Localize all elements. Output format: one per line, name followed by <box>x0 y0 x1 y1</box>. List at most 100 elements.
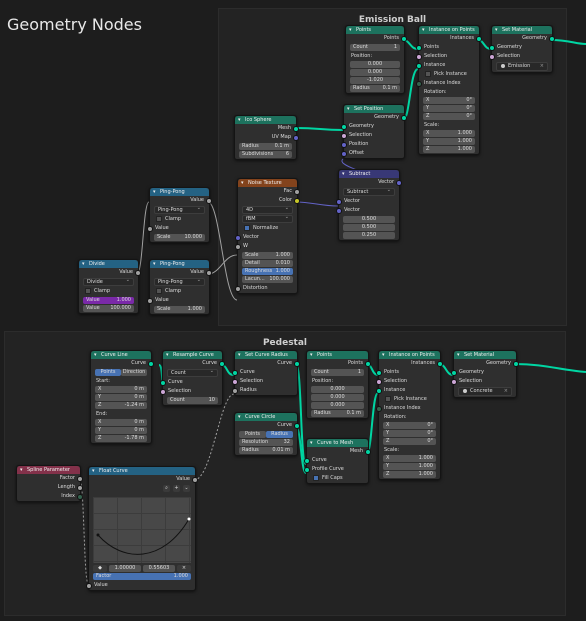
node-header[interactable]: Spline Parameter <box>17 466 80 474</box>
dimensions-dropdown[interactable]: 4D <box>242 206 293 214</box>
geometry-socket-icon[interactable] <box>365 361 371 367</box>
node-ico-sphere[interactable]: Ico Sphere Mesh UV Map Radius 0.1 m Subdi… <box>234 115 299 160</box>
scale-z-field[interactable]: Z 1.000 <box>423 146 475 153</box>
operation-dropdown[interactable]: Subtract <box>343 188 395 196</box>
node-set-material[interactable]: Set Material Geometry Geometry Selection… <box>451 350 519 398</box>
node-header[interactable]: Ico Sphere <box>235 116 296 124</box>
geometry-socket-icon[interactable] <box>160 380 166 386</box>
close-icon[interactable]: × <box>540 63 544 70</box>
color-socket-icon[interactable] <box>294 198 300 204</box>
float-socket-icon[interactable] <box>147 298 153 304</box>
geometry-socket-icon[interactable] <box>401 36 407 42</box>
output-socket-factor[interactable]: Factor <box>17 474 83 483</box>
scale-z-field[interactable]: Z 1.000 <box>383 471 436 478</box>
node-header[interactable]: Set Curve Radius <box>235 351 297 359</box>
node-header[interactable]: Set Material <box>454 351 516 359</box>
value-a-field[interactable]: Value 1.000 <box>83 297 134 304</box>
delete-point-icon[interactable]: × <box>177 565 191 572</box>
scale-x-field[interactable]: X 1.000 <box>383 455 436 462</box>
input-socket-curve[interactable]: Curve <box>232 368 297 377</box>
node-float-curve[interactable]: Float Curve Value ⌕ + ⌄ ◆ 1.00000 0.5560… <box>86 466 198 591</box>
radius-field[interactable]: Radius 0.01 m <box>239 447 293 454</box>
rotation-y-field[interactable]: Y 0° <box>383 430 436 437</box>
vector-socket-icon[interactable] <box>341 142 347 148</box>
float-socket-icon[interactable] <box>147 226 153 232</box>
operation-dropdown[interactable]: Ping-Pong <box>154 206 205 214</box>
node-set-position[interactable]: Set Position Geometry Geometry Selection… <box>341 104 407 159</box>
vector-y-field[interactable]: 0.500 <box>343 224 395 231</box>
checkbox-icon[interactable] <box>385 395 391 402</box>
position-z-field[interactable]: 0.000 <box>311 402 364 409</box>
vector-socket-icon[interactable] <box>396 180 402 186</box>
input-socket-position[interactable]: Position <box>341 140 404 149</box>
float-socket-icon[interactable] <box>77 485 83 491</box>
vector-x-field[interactable]: 0.500 <box>343 216 395 223</box>
value-b-field[interactable]: Value 100.000 <box>83 305 134 312</box>
node-header[interactable]: Subtract <box>339 170 399 178</box>
scale-y-field[interactable]: Y 1.000 <box>423 138 475 145</box>
geometry-socket-icon[interactable] <box>365 449 371 455</box>
node-header[interactable]: Curve to Mesh <box>307 439 368 447</box>
output-socket-geometry[interactable]: Geometry <box>454 359 519 368</box>
float-socket-icon[interactable] <box>232 388 238 394</box>
detail-field[interactable]: Detail 0.010 <box>242 260 293 267</box>
geometry-socket-icon[interactable] <box>294 361 300 367</box>
float-socket-icon[interactable] <box>135 270 141 276</box>
input-socket-vector[interactable]: Vector <box>235 233 297 242</box>
input-socket-selection[interactable]: Selection <box>341 131 404 140</box>
output-socket-geometry[interactable]: Geometry <box>492 34 555 43</box>
mode-dropdown[interactable]: Count <box>167 369 218 377</box>
geometry-socket-icon[interactable] <box>549 36 555 42</box>
node-resample-curve[interactable]: Resample Curve Curve Count Curve Selecti… <box>160 350 225 406</box>
node-points[interactable]: Points Points Count 1 Position: 0.000 0.0… <box>345 25 407 94</box>
input-socket-instance-index[interactable]: Instance Index <box>416 79 479 88</box>
geometry-socket-icon[interactable] <box>513 361 519 367</box>
curve-mapping-widget[interactable] <box>93 497 191 563</box>
curve-point[interactable] <box>187 517 191 521</box>
geometry-socket-icon[interactable] <box>294 423 300 429</box>
input-socket-vector[interactable]: Vector <box>336 206 399 215</box>
vector-socket-icon[interactable] <box>336 199 342 205</box>
input-socket-selection[interactable]: Selection <box>376 377 440 386</box>
input-socket-points[interactable]: Points <box>376 368 440 377</box>
node-curve-to-mesh[interactable]: Curve to Mesh Mesh Curve Profile Curve F… <box>304 438 371 484</box>
input-socket-selection[interactable]: Selection <box>416 52 479 61</box>
start-y-field[interactable]: Y 0 m <box>95 394 147 401</box>
node-noise-texture[interactable]: Noise Texture Fac Color 4D fBM Normalize… <box>235 178 300 294</box>
node-header[interactable]: Curve Line <box>91 351 151 359</box>
float-socket-icon[interactable] <box>192 477 198 483</box>
zoom-icon[interactable]: ⌕ <box>163 485 170 492</box>
node-header[interactable]: Divide <box>79 260 138 268</box>
tab-points[interactable]: Points <box>239 431 266 438</box>
position-y-field[interactable]: 0.000 <box>350 69 400 76</box>
checkbox-icon[interactable] <box>85 287 91 294</box>
input-socket-selection[interactable]: Selection <box>232 377 297 386</box>
output-socket-color[interactable]: Color <box>238 196 300 205</box>
output-socket-curve[interactable]: Curve <box>163 359 225 368</box>
input-socket-selection[interactable]: Selection <box>489 52 552 61</box>
clamp-checkbox[interactable]: Clamp <box>79 287 138 296</box>
input-socket-value[interactable]: Value <box>86 581 195 590</box>
roughness-field[interactable]: Roughness 1.000 <box>242 268 293 275</box>
node-instance-on-points[interactable]: Instance on Points Instances Points Sele… <box>416 25 482 155</box>
input-socket-geometry[interactable]: Geometry <box>341 122 404 131</box>
coord-y-field[interactable]: 0.55603 <box>143 565 175 572</box>
output-socket-mesh[interactable]: Mesh <box>307 447 371 456</box>
input-socket-instance-index[interactable]: Instance Index <box>376 404 440 413</box>
output-socket-index[interactable]: Index <box>17 492 83 501</box>
geometry-socket-icon[interactable] <box>416 45 422 51</box>
input-socket-w[interactable]: W <box>235 242 297 251</box>
tab-radius[interactable]: Radius <box>266 431 293 438</box>
float-socket-icon[interactable] <box>206 270 212 276</box>
tab-direction[interactable]: Direction <box>121 369 147 376</box>
geometry-socket-icon[interactable] <box>451 370 457 376</box>
node-math-ping-pong[interactable]: Ping-Pong Value Ping-Pong Clamp Value Sc… <box>147 259 212 315</box>
integer-socket-icon[interactable] <box>77 494 83 500</box>
output-socket-uvmap[interactable]: UV Map <box>235 133 299 142</box>
output-socket-value[interactable]: Value <box>79 268 141 277</box>
node-set-curve-radius[interactable]: Set Curve Radius Curve Curve Selection R… <box>232 350 300 396</box>
checkbox-icon[interactable] <box>313 474 319 481</box>
geometry-socket-icon[interactable] <box>416 63 422 69</box>
boolean-socket-icon[interactable] <box>416 54 422 60</box>
coord-x-field[interactable]: 1.00000 <box>109 565 141 572</box>
